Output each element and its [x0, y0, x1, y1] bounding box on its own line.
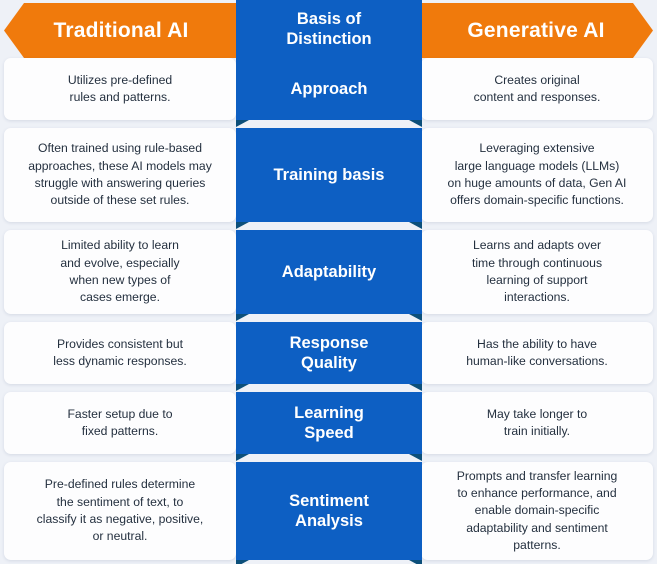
cell-generative-ai: Has the ability to have human-like conve…: [421, 322, 653, 384]
cell-generative-ai-text: Leveraging extensive large language mode…: [447, 141, 627, 208]
cell-traditional-ai: Pre-defined rules determine the sentimen…: [4, 462, 236, 560]
cell-generative-ai: Creates original content and responses.: [421, 58, 653, 120]
comparison-table: Traditional AI Generative AI Basis of Di…: [0, 0, 657, 564]
comparison-row: Utilizes pre-defined rules and patterns.…: [0, 58, 657, 127]
ribbon-fold-right-icon: [409, 120, 422, 127]
cell-generative-ai: Leveraging extensive large language mode…: [421, 128, 653, 222]
cell-traditional-ai: Limited ability to learn and evolve, esp…: [4, 230, 236, 314]
ribbon-fold-right-icon: [409, 560, 422, 564]
cell-traditional-ai: Provides consistent but less dynamic res…: [4, 322, 236, 384]
header-traditional-ai: Traditional AI: [4, 3, 238, 58]
comparison-rows: Utilizes pre-defined rules and patterns.…: [0, 58, 657, 564]
cell-basis-of-distinction: Adaptability: [236, 230, 422, 321]
cell-generative-ai: May take longer to train initially.: [421, 392, 653, 454]
cell-basis-of-distinction-label: Learning Speed: [294, 403, 364, 442]
comparison-row: Pre-defined rules determine the sentimen…: [0, 462, 657, 564]
comparison-row: Limited ability to learn and evolve, esp…: [0, 230, 657, 321]
ribbon-fold-left-icon: [236, 384, 249, 391]
cell-basis-of-distinction-label: Response Quality: [289, 333, 369, 372]
cell-basis-of-distinction: Approach: [236, 58, 422, 127]
comparison-row: Faster setup due to fixed patterns. May t…: [0, 392, 657, 461]
cell-generative-ai: Prompts and transfer learning to enhance…: [421, 462, 653, 560]
ribbon-fold-right-icon: [409, 314, 422, 321]
cell-basis-of-distinction: Sentiment Analysis: [236, 462, 422, 564]
cell-traditional-ai: Utilizes pre-defined rules and patterns.: [4, 58, 236, 120]
cell-basis-of-distinction-label: Adaptability: [281, 262, 377, 281]
ribbon-fold-left-icon: [236, 454, 249, 461]
cell-generative-ai-text: Prompts and transfer learning to enhance…: [456, 468, 618, 552]
ribbon-fold-right-icon: [409, 454, 422, 461]
cell-basis-of-distinction: Training basis: [236, 128, 422, 229]
table-header-row: Traditional AI Generative AI Basis of Di…: [0, 0, 657, 65]
ribbon-fold-left-icon: [236, 222, 249, 229]
cell-traditional-ai: Often trained using rule-based approache…: [4, 128, 236, 222]
ribbon-fold-right-icon: [409, 384, 422, 391]
header-traditional-ai-label: Traditional AI: [53, 18, 189, 42]
ribbon-fold-left-icon: [236, 560, 249, 564]
cell-basis-of-distinction-label: Training basis: [273, 165, 385, 184]
cell-traditional-ai-text: Utilizes pre-defined rules and patterns.: [67, 72, 173, 104]
header-generative-ai-label: Generative AI: [467, 18, 605, 42]
cell-generative-ai-text: Creates original content and responses.: [473, 72, 601, 104]
comparison-row: Often trained using rule-based approache…: [0, 128, 657, 229]
ribbon-fold-left-icon: [236, 314, 249, 321]
ribbon-fold-left-icon: [236, 120, 249, 127]
ribbon-fold-right-icon: [409, 222, 422, 229]
cell-traditional-ai: Faster setup due to fixed patterns.: [4, 392, 236, 454]
cell-traditional-ai-text: Faster setup due to fixed patterns.: [67, 406, 173, 438]
cell-traditional-ai-text: Provides consistent but less dynamic res…: [53, 336, 187, 368]
cell-generative-ai-text: Has the ability to have human-like conve…: [466, 336, 608, 368]
cell-traditional-ai-text: Often trained using rule-based approache…: [28, 141, 212, 208]
cell-traditional-ai-text: Limited ability to learn and evolve, esp…: [60, 238, 180, 305]
header-generative-ai: Generative AI: [419, 3, 653, 58]
cell-basis-of-distinction-label: Approach: [290, 79, 368, 98]
cell-basis-of-distinction-label: Sentiment Analysis: [289, 491, 369, 530]
cell-generative-ai-text: Learns and adapts over time through cont…: [471, 238, 603, 305]
cell-basis-of-distinction: Learning Speed: [236, 392, 422, 461]
header-basis-of-distinction-label: Basis of Distinction: [286, 9, 372, 48]
cell-generative-ai: Learns and adapts over time through cont…: [421, 230, 653, 314]
header-basis-of-distinction: Basis of Distinction: [236, 0, 422, 65]
cell-generative-ai-text: May take longer to train initially.: [486, 406, 588, 438]
cell-basis-of-distinction: Response Quality: [236, 322, 422, 391]
comparison-row: Provides consistent but less dynamic res…: [0, 322, 657, 391]
cell-traditional-ai-text: Pre-defined rules determine the sentimen…: [36, 477, 204, 544]
